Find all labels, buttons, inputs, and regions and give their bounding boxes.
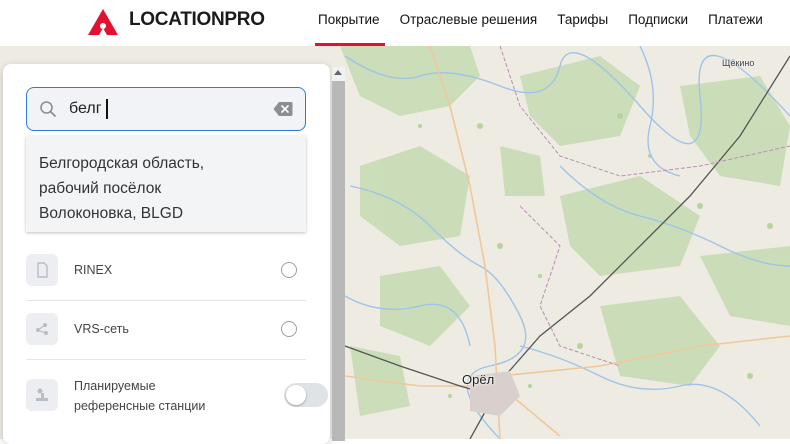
option-vrs-network[interactable]: VRS-сеть: [26, 300, 306, 359]
option-label: Планируемые референсные станции: [74, 376, 205, 416]
suggestion-line: рабочий посёлок: [39, 180, 162, 197]
text-caret: [106, 99, 108, 119]
document-icon: [26, 254, 58, 286]
main-nav: Покрытие Отраслевые решения Тарифы Подпи…: [318, 12, 763, 27]
nav-coverage[interactable]: Покрытие: [318, 12, 380, 27]
rinex-radio[interactable]: [281, 262, 297, 278]
locationpro-logo-icon[interactable]: [87, 8, 119, 36]
scroll-up-arrow-icon[interactable]: [334, 70, 342, 75]
top-header: LOCATIONPRO Покрытие Отраслевые решения …: [0, 0, 790, 46]
nav-payments[interactable]: Платежи: [708, 12, 763, 27]
option-label-line: референсные станции: [74, 399, 206, 413]
coverage-search-panel: Белгородская область, рабочий посёлок Во…: [3, 64, 330, 444]
planned-stations-toggle[interactable]: [284, 383, 328, 407]
panel-scrollbar[interactable]: [332, 67, 345, 441]
station-search-input[interactable]: [69, 98, 259, 120]
city-label-orel: Орёл: [462, 372, 495, 387]
search-suggestion[interactable]: Белгородская область, рабочий посёлок Во…: [26, 136, 306, 232]
nav-industry-solutions[interactable]: Отраслевые решения: [400, 12, 538, 27]
brand-name[interactable]: LOCATIONPRO: [129, 9, 265, 31]
nav-active-indicator: [315, 43, 385, 46]
city-label-shchekino: Щёкино: [722, 58, 755, 68]
search-icon: [40, 101, 56, 117]
option-label: RINEX: [74, 263, 113, 277]
nav-subscriptions[interactable]: Подписки: [628, 12, 688, 27]
toggle-knob: [286, 385, 306, 405]
option-label: VRS-сеть: [74, 322, 129, 336]
option-planned-stations[interactable]: Планируемые референсные станции: [26, 359, 328, 429]
scrollbar-thumb[interactable]: [332, 81, 345, 441]
vrs-radio[interactable]: [281, 321, 297, 337]
suggestion-line: Волоконовка, BLGD: [39, 205, 184, 222]
suggestion-line: Белгородская область,: [39, 155, 205, 172]
clear-input-icon[interactable]: [273, 101, 293, 117]
nav-tariffs[interactable]: Тарифы: [557, 12, 608, 27]
option-label-line: Планируемые: [74, 379, 156, 393]
suggestion-text: Белгородская область, рабочий посёлок Во…: [39, 151, 299, 226]
station-icon: [26, 379, 58, 411]
option-rinex[interactable]: RINEX: [26, 241, 306, 300]
station-search-box[interactable]: [26, 87, 306, 131]
network-icon: [26, 313, 58, 345]
